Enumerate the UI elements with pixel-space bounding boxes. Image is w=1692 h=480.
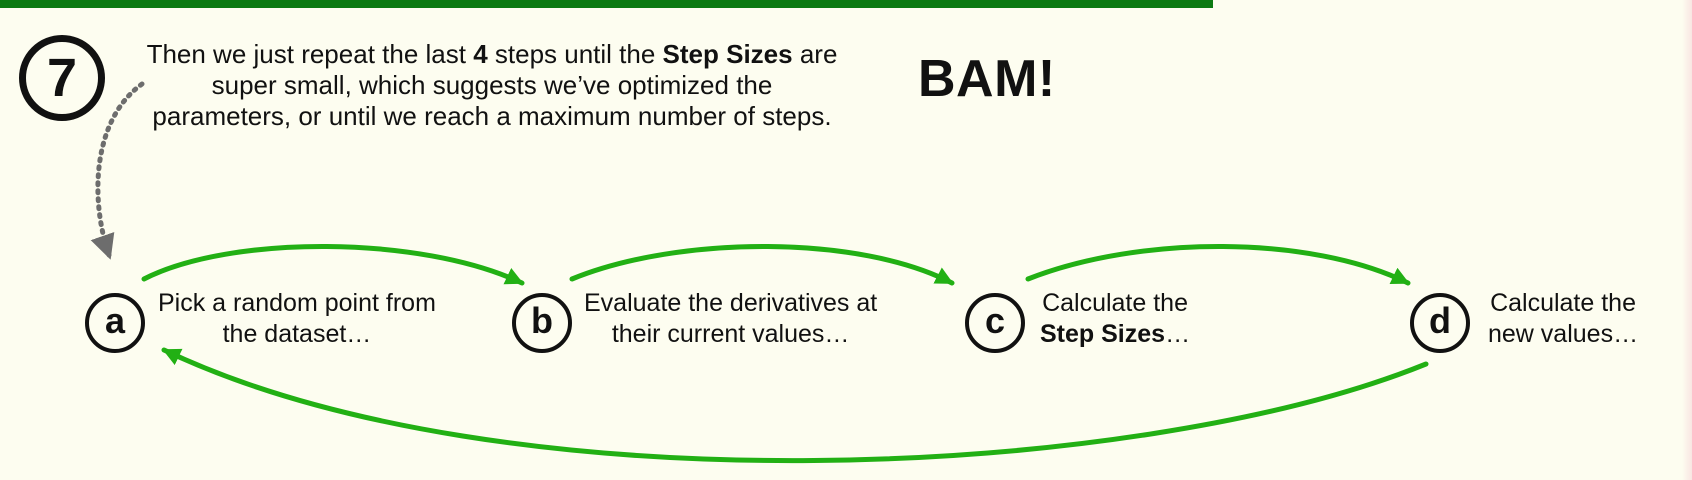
- step-description-line-3: parameters, or until we reach a maximum …: [152, 101, 832, 131]
- step-number: 7: [46, 48, 78, 108]
- node-a: a: [85, 293, 145, 353]
- step-sizes-term: Step Sizes: [662, 39, 793, 69]
- node-a-label-line-1: Pick a random point from: [158, 289, 436, 317]
- node-c-label: Calculate the Step Sizes…: [1040, 288, 1190, 350]
- node-b-letter: b: [531, 300, 553, 341]
- step-description-line-1: Then we just repeat the last 4 steps unt…: [112, 39, 872, 70]
- step-text: Then we just repeat the last: [146, 39, 474, 69]
- ellipsis: …: [1165, 320, 1191, 348]
- node-a-label-line-2: the dataset…: [222, 320, 372, 348]
- step-description-line-2: super small, which suggests we’ve optimi…: [211, 70, 773, 100]
- node-a-label: Pick a random point from the dataset…: [158, 288, 436, 350]
- node-c-label-line-1: Calculate the: [1042, 289, 1188, 317]
- step-description: Then we just repeat the last 4 steps unt…: [112, 39, 872, 132]
- node-b: b: [512, 293, 572, 353]
- arrow-d-to-a: [161, 347, 1429, 464]
- step-text: steps until the: [487, 39, 663, 69]
- node-b-label-line-1: Evaluate the derivatives at: [584, 289, 878, 317]
- step-text: are: [792, 39, 838, 69]
- node-c-label-line-2: Step Sizes…: [1040, 319, 1190, 350]
- node-d: d: [1410, 293, 1470, 353]
- arrow-b-to-c: [569, 244, 955, 286]
- node-b-label: Evaluate the derivatives at their curren…: [584, 288, 877, 350]
- node-d-label-line-2: new values…: [1488, 320, 1639, 348]
- node-d-label: Calculate the new values…: [1488, 288, 1638, 350]
- bam-exclamation: BAM!: [918, 50, 1056, 108]
- node-d-letter: d: [1429, 300, 1451, 341]
- node-c: c: [965, 293, 1025, 353]
- node-b-label-line-2: their current values…: [611, 320, 850, 348]
- arrow-c-to-d: [1025, 244, 1411, 286]
- step-number-badge: 7: [19, 35, 105, 121]
- step-sizes-term: Step Sizes: [1040, 320, 1166, 348]
- node-c-letter: c: [984, 300, 1006, 341]
- node-a-letter: a: [104, 300, 126, 341]
- node-d-label-line-1: Calculate the: [1490, 289, 1636, 317]
- step-count: 4: [473, 39, 488, 69]
- arrow-a-to-b: [141, 244, 525, 286]
